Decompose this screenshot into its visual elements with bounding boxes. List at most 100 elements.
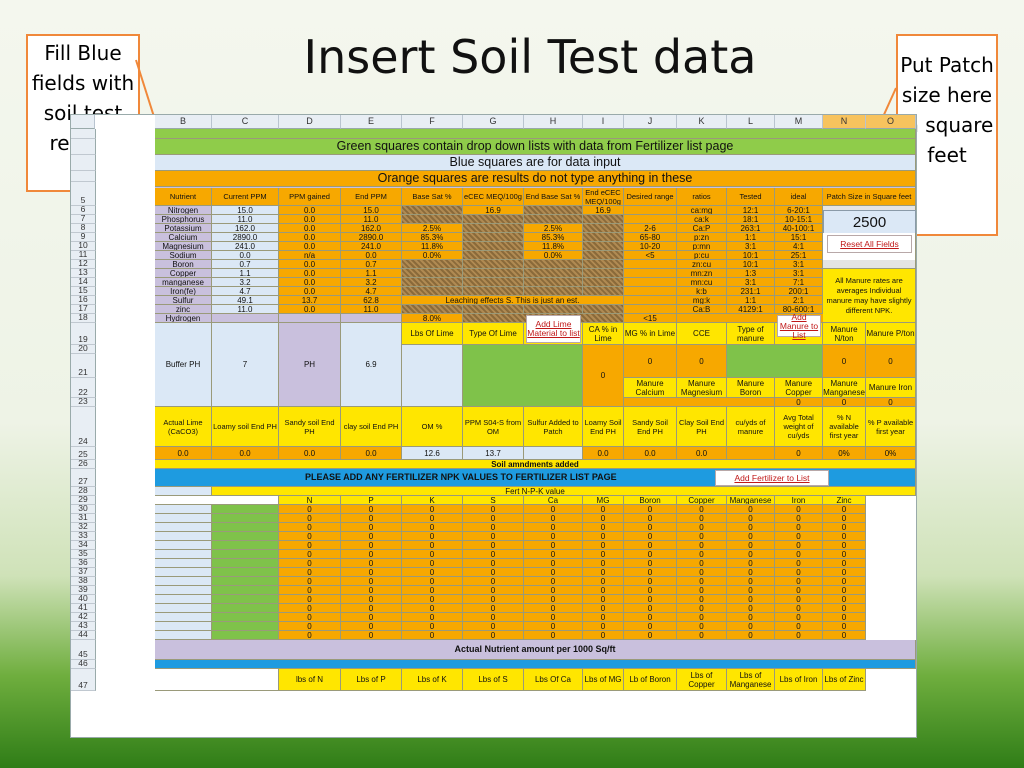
fert-type-dropdown[interactable] — [212, 631, 279, 640]
current-ppm-input[interactable]: 241.0 — [212, 242, 279, 251]
fert-type-dropdown[interactable] — [212, 622, 279, 631]
fert-amount-input[interactable] — [155, 631, 212, 640]
fert-type-dropdown[interactable] — [212, 586, 279, 595]
fert-amount-input[interactable] — [155, 523, 212, 532]
corner-select-all[interactable] — [71, 115, 95, 129]
row-number[interactable]: 23 — [71, 396, 96, 407]
fert-value: 0 — [279, 505, 341, 514]
fert-value: 0 — [279, 595, 341, 604]
row-number[interactable] — [71, 171, 96, 182]
lbs-nutrient-header: lbs of N — [279, 669, 341, 691]
patch-size-input[interactable]: 2500 — [823, 210, 916, 234]
lbs-lime-input[interactable] — [402, 345, 463, 407]
column-header-e[interactable]: E — [341, 115, 402, 129]
row-number[interactable] — [71, 129, 96, 139]
fert-type-dropdown[interactable] — [212, 505, 279, 514]
ph-input[interactable]: 6.9 — [341, 323, 402, 407]
column-header-g[interactable]: G — [463, 115, 524, 129]
fert-type-dropdown[interactable] — [212, 514, 279, 523]
add-lime-material-button[interactable]: Add Lime Material to list — [526, 315, 581, 343]
column-header-j[interactable]: J — [624, 115, 677, 129]
row-number[interactable]: 26 — [71, 458, 96, 469]
manure-averages-note: All Manure rates are averages Individual… — [823, 269, 916, 323]
row-number[interactable]: 5 — [71, 182, 96, 206]
fert-amount-input[interactable] — [155, 550, 212, 559]
fert-amount-input[interactable] — [155, 541, 212, 550]
row-number[interactable] — [71, 139, 96, 155]
fert-type-dropdown[interactable] — [212, 595, 279, 604]
fert-amount-input[interactable] — [155, 604, 212, 613]
fert-amount-input[interactable] — [155, 514, 212, 523]
fert-amount-input[interactable] — [155, 613, 212, 622]
row-number[interactable]: 44 — [71, 629, 96, 640]
fert-value: 0 — [402, 604, 463, 613]
current-ppm-input[interactable]: 0.7 — [212, 260, 279, 269]
column-header-d[interactable]: D — [279, 115, 341, 129]
fert-type-dropdown[interactable] — [212, 577, 279, 586]
column-header-k[interactable]: K — [677, 115, 727, 129]
fert-amount-input[interactable] — [155, 586, 212, 595]
fert-type-dropdown[interactable] — [212, 541, 279, 550]
fert-amount-input[interactable] — [155, 532, 212, 541]
fert-amount-input[interactable] — [155, 568, 212, 577]
row-number[interactable]: 20 — [71, 343, 96, 354]
fert-value: 0 — [463, 577, 524, 586]
row-number[interactable]: 21 — [71, 354, 96, 378]
result-value: 0.0 — [677, 447, 727, 460]
add-manure-button[interactable]: Add Manure to List — [777, 312, 821, 339]
fert-value: 0 — [463, 595, 524, 604]
row-number[interactable]: 18 — [71, 312, 96, 323]
current-ppm-input[interactable]: 15.0 — [212, 206, 279, 215]
fert-value: 0 — [677, 505, 727, 514]
fert-type-dropdown[interactable] — [212, 532, 279, 541]
row-number[interactable]: 24 — [71, 407, 96, 447]
fert-type-dropdown[interactable] — [212, 613, 279, 622]
row-number[interactable]: 19 — [71, 323, 96, 345]
desired-range: <5 — [624, 251, 677, 260]
fert-type-dropdown[interactable] — [212, 559, 279, 568]
manure-type-dropdown[interactable] — [727, 345, 823, 378]
column-header-h[interactable]: H — [524, 115, 583, 129]
fert-amount-input[interactable] — [155, 595, 212, 604]
row-number[interactable]: 45 — [71, 640, 96, 660]
column-header-m[interactable]: M — [775, 115, 823, 129]
current-ppm-input[interactable]: 4.7 — [212, 287, 279, 296]
fert-type-dropdown[interactable] — [212, 568, 279, 577]
current-ppm-input[interactable]: 1.1 — [212, 269, 279, 278]
column-header-f[interactable]: F — [402, 115, 463, 129]
column-header-c[interactable]: C — [212, 115, 279, 129]
current-ppm-input[interactable]: 2890.0 — [212, 233, 279, 242]
fert-amount-input[interactable] — [155, 622, 212, 631]
row-number[interactable]: 46 — [71, 658, 96, 669]
fert-amount-input[interactable] — [155, 577, 212, 586]
fert-type-dropdown[interactable] — [212, 550, 279, 559]
current-ppm-input[interactable]: 162.0 — [212, 224, 279, 233]
buffer-ph-input[interactable]: 7 — [212, 323, 279, 407]
fert-amount-input[interactable] — [155, 559, 212, 568]
column-header-b[interactable]: B — [155, 115, 212, 129]
column-header-o[interactable]: O — [866, 115, 916, 129]
fert-type-dropdown[interactable] — [212, 523, 279, 532]
fert-value: 0 — [341, 631, 402, 640]
current-ppm-input[interactable]: 49.1 — [212, 296, 279, 305]
fert-value: 0 — [463, 568, 524, 577]
current-ppm-input[interactable]: 11.0 — [212, 215, 279, 224]
fert-amount-input[interactable] — [155, 505, 212, 514]
column-header-i[interactable]: I — [583, 115, 624, 129]
row-number[interactable] — [71, 155, 96, 171]
result-value: 0.0 — [583, 447, 624, 460]
reset-all-fields-button[interactable]: Reset All Fields — [827, 235, 912, 253]
end-ppm: 162.0 — [341, 224, 402, 233]
row-number[interactable]: 22 — [71, 378, 96, 398]
column-header-n[interactable]: N — [823, 115, 866, 129]
fert-value: 0 — [341, 550, 402, 559]
column-header-l[interactable]: L — [727, 115, 775, 129]
current-ppm-input[interactable]: 11.0 — [212, 305, 279, 314]
desired-range — [624, 215, 677, 224]
current-ppm-input[interactable]: 3.2 — [212, 278, 279, 287]
row-number[interactable]: 47 — [71, 669, 96, 691]
add-fertilizer-button[interactable]: Add Fertilizer to List — [715, 470, 829, 486]
lime-type-dropdown[interactable] — [463, 345, 583, 407]
current-ppm-input[interactable]: 0.0 — [212, 251, 279, 260]
fert-type-dropdown[interactable] — [212, 604, 279, 613]
